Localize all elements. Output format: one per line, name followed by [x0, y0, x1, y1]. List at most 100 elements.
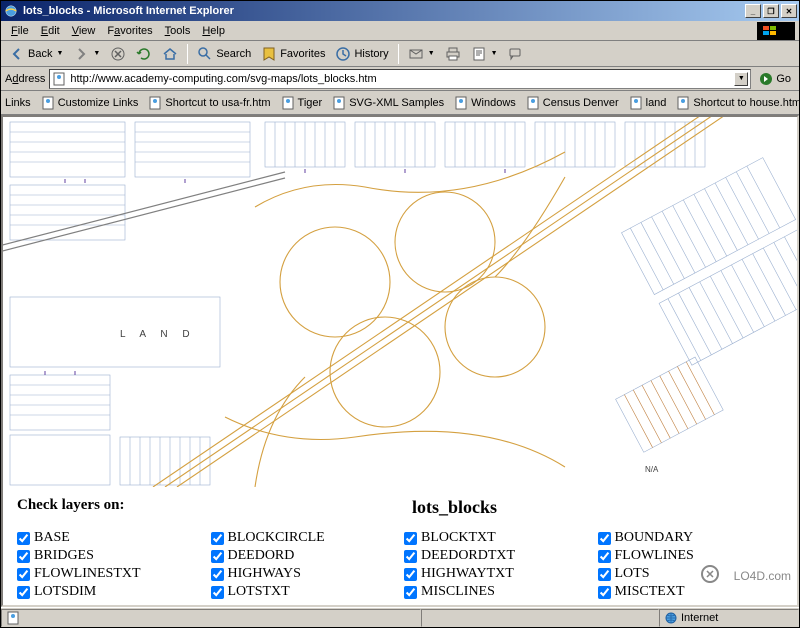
- layer-label: BLOCKCIRCLE: [228, 530, 325, 546]
- page-icon: [6, 611, 20, 625]
- svg-text:N/A: N/A: [645, 465, 659, 474]
- minimize-button[interactable]: _: [745, 4, 761, 18]
- link-item[interactable]: land: [625, 94, 671, 112]
- layer-checkbox-blockcircle[interactable]: [211, 532, 224, 545]
- layer-label: FLOWLINESTXT: [34, 566, 141, 582]
- links-label: Links: [5, 97, 31, 109]
- page-icon: [281, 96, 295, 110]
- content-area: L A N D N/A Check layers on: lots_blocks…: [1, 115, 799, 607]
- layer-label: HIGHWAYTXT: [421, 566, 514, 582]
- layer-item: HIGHWAYTXT: [404, 566, 590, 582]
- window-title: lots_blocks - Microsoft Internet Explore…: [23, 5, 745, 17]
- svg-map[interactable]: L A N D N/A: [3, 117, 797, 487]
- globe-icon: [664, 611, 678, 625]
- page-icon: [526, 96, 540, 110]
- url-input-container: ▼: [49, 69, 751, 89]
- back-button[interactable]: Back ▼: [5, 43, 67, 65]
- edit-button[interactable]: ▼: [467, 43, 502, 65]
- layer-item: BASE: [17, 530, 203, 546]
- go-label: Go: [776, 73, 791, 85]
- layer-checkbox-lots[interactable]: [598, 568, 611, 581]
- layer-label: LOTSTXT: [228, 584, 290, 600]
- layer-item: BOUNDARY: [598, 530, 784, 546]
- page-icon: [148, 96, 162, 110]
- statusbar: Internet: [1, 607, 799, 627]
- layer-label: BRIDGES: [34, 548, 94, 564]
- link-item[interactable]: Customize Links: [37, 94, 143, 112]
- layer-checkbox-deedord[interactable]: [211, 550, 224, 563]
- print-button[interactable]: [441, 43, 465, 65]
- layer-label: BASE: [34, 530, 70, 546]
- menu-edit[interactable]: Edit: [35, 23, 66, 39]
- layer-checkbox-flowlines[interactable]: [598, 550, 611, 563]
- ie-icon: [3, 3, 19, 19]
- link-item[interactable]: Census Denver: [522, 94, 623, 112]
- chevron-down-icon: ▼: [93, 50, 100, 57]
- link-item[interactable]: Tiger: [277, 94, 327, 112]
- layer-label: MISCLINES: [421, 584, 495, 600]
- menu-help[interactable]: Help: [196, 23, 231, 39]
- toolbar: Back ▼ ▼ Search Favorites History: [1, 41, 799, 67]
- layer-checkbox-lotsdim[interactable]: [17, 586, 30, 599]
- discuss-button[interactable]: [504, 43, 528, 65]
- link-item[interactable]: Shortcut to usa-fr.htm: [144, 94, 274, 112]
- close-button[interactable]: ✕: [781, 4, 797, 18]
- layer-checkbox-misclines[interactable]: [404, 586, 417, 599]
- layer-checkbox-highways[interactable]: [211, 568, 224, 581]
- go-button[interactable]: Go: [755, 69, 795, 89]
- layer-item: HIGHWAYS: [211, 566, 397, 582]
- link-item[interactable]: Windows: [450, 94, 520, 112]
- status-spacer: [421, 609, 659, 627]
- layer-item: LOTS: [598, 566, 784, 582]
- back-label: Back: [28, 48, 52, 60]
- forward-button[interactable]: ▼: [69, 43, 104, 65]
- menu-tools[interactable]: Tools: [159, 23, 197, 39]
- layer-checkbox-misctext[interactable]: [598, 586, 611, 599]
- refresh-button[interactable]: [132, 43, 156, 65]
- page-icon: [676, 96, 690, 110]
- link-item[interactable]: SVG-XML Samples: [328, 94, 448, 112]
- mail-button[interactable]: ▼: [404, 43, 439, 65]
- favorites-label: Favorites: [280, 48, 325, 60]
- stop-button[interactable]: [106, 43, 130, 65]
- page-icon: [52, 72, 66, 86]
- status-left: [1, 609, 421, 627]
- menu-view[interactable]: View: [66, 23, 102, 39]
- layer-item: FLOWLINES: [598, 548, 784, 564]
- layer-checkbox-bridges[interactable]: [17, 550, 30, 563]
- menu-file[interactable]: File: [5, 23, 35, 39]
- url-dropdown[interactable]: ▼: [734, 72, 748, 86]
- favorites-button[interactable]: Favorites: [257, 43, 329, 65]
- layer-label: BOUNDARY: [615, 530, 694, 546]
- layer-checkbox-lotstxt[interactable]: [211, 586, 224, 599]
- maximize-button[interactable]: ❐: [763, 4, 779, 18]
- layer-checkbox-flowlinestxt[interactable]: [17, 568, 30, 581]
- page-icon: [332, 96, 346, 110]
- home-button[interactable]: [158, 43, 182, 65]
- layer-checkbox-deedordtxt[interactable]: [404, 550, 417, 563]
- layer-checkbox-boundary[interactable]: [598, 532, 611, 545]
- history-button[interactable]: History: [331, 43, 392, 65]
- layer-label: DEEDORD: [228, 548, 295, 564]
- url-input[interactable]: [70, 73, 730, 85]
- menubar: File Edit View Favorites Tools Help: [1, 21, 799, 41]
- layer-item: LOTSTXT: [211, 584, 397, 600]
- toolbar-separator: [187, 44, 188, 64]
- brand-logo: [757, 22, 795, 40]
- layer-checkbox-highwaytxt[interactable]: [404, 568, 417, 581]
- layer-checkbox-blocktxt[interactable]: [404, 532, 417, 545]
- layer-label: MISCTEXT: [615, 584, 685, 600]
- page-icon: [41, 96, 55, 110]
- map-land-label: L A N D: [120, 329, 196, 340]
- status-zone: Internet: [659, 609, 799, 627]
- layer-checkbox-base[interactable]: [17, 532, 30, 545]
- search-button[interactable]: Search: [193, 43, 255, 65]
- layer-item: LOTSDIM: [17, 584, 203, 600]
- layer-item: MISCLINES: [404, 584, 590, 600]
- check-layers-label: Check layers on:: [17, 497, 412, 518]
- menu-favorites[interactable]: Favorites: [101, 23, 158, 39]
- link-item[interactable]: Shortcut to house.html: [672, 94, 799, 112]
- links-bar: Links Customize Links Shortcut to usa-fr…: [1, 91, 799, 115]
- chevron-down-icon: ▼: [428, 50, 435, 57]
- page-title: lots_blocks: [412, 497, 497, 518]
